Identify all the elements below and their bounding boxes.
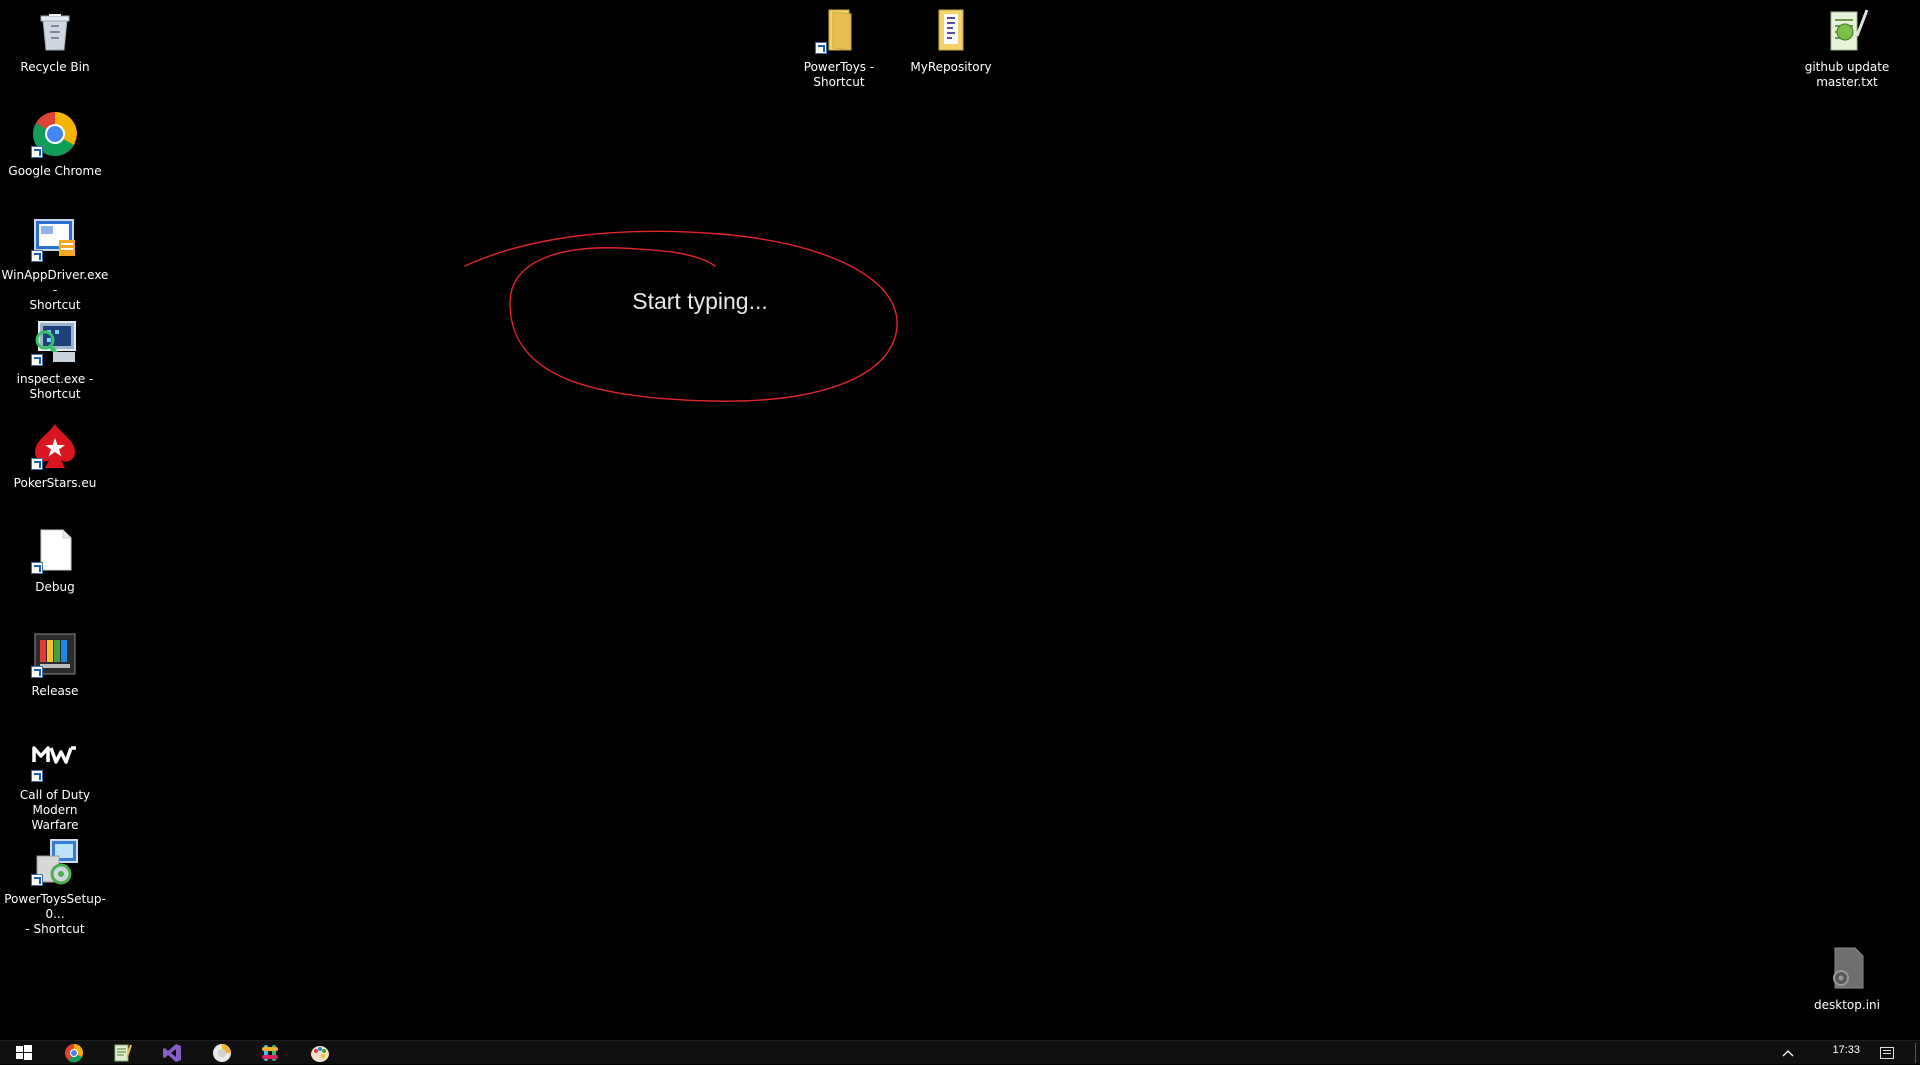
chrome-icon bbox=[31, 110, 79, 158]
desktop-icon-powertoys-shortcut[interactable]: PowerToys - Shortcut bbox=[784, 0, 894, 90]
folder-icon bbox=[927, 6, 975, 54]
taskbar-clock-app[interactable] bbox=[202, 1043, 242, 1065]
desktop-icon-label: inspect.exe - Shortcut bbox=[16, 372, 94, 401]
desktop-icon-pokerstars[interactable]: PokerStars.eu bbox=[0, 416, 110, 491]
cod-mw-icon bbox=[31, 734, 79, 782]
taskbar-notepad[interactable] bbox=[102, 1043, 142, 1065]
chevron-up-icon bbox=[1782, 1050, 1794, 1057]
typing-overlay[interactable]: Start typing... bbox=[460, 226, 940, 406]
desktop-icon-release[interactable]: Release bbox=[0, 624, 110, 699]
file-icon bbox=[31, 526, 79, 574]
desktop-icon-label: MyRepository bbox=[910, 60, 992, 74]
taskbar-clock[interactable]: 17:33 bbox=[1832, 1044, 1860, 1056]
notification-center-icon[interactable] bbox=[1880, 1047, 1894, 1059]
desktop-icon-label: desktop.ini bbox=[1814, 998, 1880, 1012]
inspect-icon bbox=[31, 318, 79, 366]
shortcut-arrow-icon bbox=[31, 666, 43, 678]
desktop-icon-google-chrome[interactable]: Google Chrome bbox=[0, 104, 110, 179]
desktop-icon-label: PokerStars.eu bbox=[13, 476, 97, 490]
desktop-icon-label: PowerToys - Shortcut bbox=[803, 60, 875, 89]
desktop-icon-label: Debug bbox=[35, 580, 75, 594]
taskbar-paint[interactable] bbox=[300, 1043, 340, 1065]
desktop-icon-recycle-bin[interactable]: Recycle Bin bbox=[0, 0, 110, 75]
shortcut-arrow-icon bbox=[31, 874, 43, 886]
taskbar-slack[interactable] bbox=[250, 1043, 290, 1065]
shortcut-arrow-icon bbox=[31, 562, 43, 574]
desktop-icon-label: Google Chrome bbox=[8, 164, 102, 178]
recycle-bin-icon bbox=[31, 6, 79, 54]
desktop-icon-label: github update master.txt bbox=[1804, 60, 1890, 89]
desktop-icon-label: Release bbox=[31, 684, 79, 698]
desktop-icon-label: PowerToysSetup-0... - Shortcut bbox=[4, 892, 106, 936]
paint-icon bbox=[311, 1046, 329, 1062]
taskbar-visual-studio[interactable] bbox=[152, 1043, 192, 1065]
desktop: Recycle Bin Google Chrome WinAppDriver.e… bbox=[0, 0, 1920, 1040]
shortcut-arrow-icon bbox=[31, 458, 43, 470]
show-desktop-button[interactable] bbox=[1915, 1043, 1916, 1063]
taskbar-chrome[interactable] bbox=[54, 1043, 94, 1065]
desktop-icon-label: Call of Duty Modern Warfare bbox=[19, 788, 91, 832]
shortcut-arrow-icon bbox=[31, 146, 43, 158]
shortcut-arrow-icon bbox=[31, 770, 43, 782]
slack-icon bbox=[262, 1045, 278, 1061]
shortcut-arrow-icon bbox=[815, 42, 827, 54]
desktop-icon-powertoys-setup[interactable]: PowerToysSetup-0... - Shortcut bbox=[0, 832, 110, 937]
shortcut-arrow-icon bbox=[31, 250, 43, 262]
show-hidden-icons-button[interactable] bbox=[1780, 1045, 1796, 1059]
visual-studio-icon bbox=[163, 1044, 181, 1062]
start-icon bbox=[16, 1045, 32, 1060]
pokerstars-icon bbox=[31, 422, 79, 470]
desktop-icon-label: WinAppDriver.exe - Shortcut bbox=[1, 268, 109, 312]
clock-app-icon bbox=[213, 1044, 231, 1062]
winappdriver-icon bbox=[31, 214, 79, 262]
settings-file-icon bbox=[1823, 944, 1871, 992]
desktop-icon-github-update[interactable]: github update master.txt bbox=[1792, 0, 1902, 90]
desktop-icon-label: Recycle Bin bbox=[20, 60, 90, 74]
start-typing-prompt: Start typing... bbox=[632, 288, 768, 314]
installer-icon bbox=[31, 838, 79, 886]
taskbar: 17:33 bbox=[0, 1040, 1920, 1064]
ink-stroke bbox=[464, 230, 898, 402]
chrome-icon bbox=[65, 1044, 83, 1063]
desktop-icon-debug[interactable]: Debug bbox=[0, 520, 110, 595]
release-icon bbox=[31, 630, 79, 678]
desktop-icon-call-of-duty[interactable]: Call of Duty Modern Warfare bbox=[0, 728, 110, 833]
notepad-icon bbox=[114, 1044, 132, 1062]
folder-icon bbox=[815, 6, 863, 54]
desktop-icon-myrepository[interactable]: MyRepository bbox=[896, 0, 1006, 75]
shortcut-arrow-icon bbox=[31, 354, 43, 366]
notepad-icon bbox=[1823, 6, 1871, 54]
start-button[interactable] bbox=[4, 1043, 44, 1065]
desktop-icon-desktop-ini[interactable]: desktop.ini bbox=[1792, 938, 1902, 1013]
desktop-icon-winappdriver[interactable]: WinAppDriver.exe - Shortcut bbox=[0, 208, 110, 313]
desktop-icon-inspect[interactable]: inspect.exe - Shortcut bbox=[0, 312, 110, 402]
